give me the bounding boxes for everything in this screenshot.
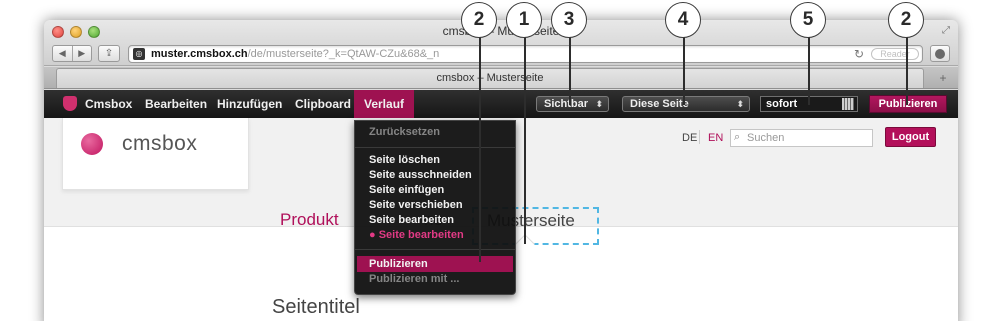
callout-badge-2: 2: [461, 2, 497, 38]
menu-item-publish-with[interactable]: Publizieren mit ...: [369, 273, 459, 285]
menu-item-edit-page-active[interactable]: ● Seite bearbeiten: [369, 229, 464, 241]
menu-verlauf[interactable]: Verlauf: [354, 90, 415, 118]
verlauf-dropdown-menu: Zurücksetzen Seite löschen Seite ausschn…: [354, 120, 516, 295]
menu-cmsbox[interactable]: Cmsbox: [85, 97, 132, 111]
nav-item-produkt[interactable]: Produkt: [280, 210, 339, 230]
scope-select-value: Diese Seite: [630, 98, 689, 110]
tab-active[interactable]: cmsbox – Musterseite: [56, 68, 924, 88]
search-field[interactable]: ⌕ Suchen: [730, 129, 873, 147]
visibility-select[interactable]: Sichtbar ⬍: [536, 96, 609, 112]
callout-line-2b: [906, 30, 908, 105]
menu-item-cut-page[interactable]: Seite ausschneiden: [369, 169, 472, 181]
logout-button[interactable]: Logout: [885, 127, 936, 147]
callout-badge-4: 4: [665, 2, 701, 38]
browser-window: cmsbox – Musterseite ⤢ ◀ ▶ ⇪ ◎ muster.cm…: [44, 20, 958, 321]
callout-line-4: [683, 30, 685, 105]
site-logo[interactable]: cmsbox: [62, 118, 249, 190]
callout-line-3: [569, 30, 571, 105]
select-caret-icon: ⬍: [595, 99, 603, 109]
lang-divider: [699, 130, 700, 144]
callout-badge-2b: 2: [888, 2, 924, 38]
site-logo-text: cmsbox: [122, 132, 198, 155]
callout-line-5: [808, 30, 810, 105]
reader-button[interactable]: Reader: [871, 48, 919, 60]
callout-badge-3: 3: [551, 2, 587, 38]
menu-item-edit-page[interactable]: Seite bearbeiten: [369, 214, 454, 226]
callout-badge-1: 1: [506, 2, 542, 38]
search-placeholder: Suchen: [747, 132, 785, 144]
menu-hinzufuegen[interactable]: Hinzufügen: [217, 97, 282, 111]
site-favicon-icon: ◎: [133, 48, 145, 60]
calendar-icon[interactable]: [842, 98, 854, 110]
lang-de-link[interactable]: DE: [682, 132, 697, 144]
cmsbox-logo-mark-icon: [81, 133, 103, 155]
reload-icon[interactable]: ↻: [854, 47, 864, 61]
menu-divider: [355, 147, 515, 148]
lang-en-link[interactable]: EN: [708, 132, 723, 144]
cmsbox-logo-icon: [63, 96, 77, 111]
forward-arrow-icon[interactable]: ▶: [73, 46, 92, 61]
callout-line-1: [524, 30, 526, 244]
menu-item-reset[interactable]: Zurücksetzen: [369, 126, 440, 138]
downloads-button[interactable]: [930, 45, 950, 62]
publish-time-value: sofort: [766, 98, 798, 110]
menu-item-paste-page[interactable]: Seite einfügen: [369, 184, 444, 196]
scope-select[interactable]: Diese Seite ⬍: [622, 96, 750, 112]
menu-bearbeiten[interactable]: Bearbeiten: [145, 97, 207, 111]
url-path: /de/musterseite?_k=QtAW-CZu&68&_n: [247, 48, 440, 60]
fullscreen-icon[interactable]: ⤢: [942, 25, 950, 36]
history-nav: ◀ ▶: [52, 45, 92, 62]
screenshot-stage: cmsbox – Musterseite ⤢ ◀ ▶ ⇪ ◎ muster.cm…: [0, 0, 1000, 321]
new-tab-button[interactable]: +: [932, 70, 954, 86]
menu-divider: [355, 249, 515, 250]
select-caret-icon: ⬍: [736, 99, 744, 109]
url-host: muster.cmsbox.ch: [151, 48, 248, 60]
menu-item-move-page[interactable]: Seite verschieben: [369, 199, 463, 211]
menu-item-publish[interactable]: Publizieren: [369, 258, 428, 270]
cms-toolbar: Cmsbox Bearbeiten Hinzufügen Clipboard V…: [44, 90, 958, 118]
page-title[interactable]: Seitentitel: [272, 296, 360, 319]
address-text: muster.cmsbox.ch/de/musterseite?_k=QtAW-…: [151, 48, 439, 60]
menu-clipboard[interactable]: Clipboard: [295, 97, 351, 111]
callout-badge-5: 5: [790, 2, 826, 38]
tab-bar: cmsbox – Musterseite +: [44, 67, 958, 89]
visibility-select-value: Sichtbar: [544, 98, 589, 110]
search-icon: ⌕: [734, 131, 741, 143]
back-arrow-icon[interactable]: ◀: [53, 46, 73, 61]
share-button[interactable]: ⇪: [98, 45, 120, 62]
download-icon: [935, 49, 945, 59]
menu-item-delete-page[interactable]: Seite löschen: [369, 154, 440, 166]
publish-button[interactable]: Publizieren: [869, 95, 947, 113]
callout-line-2: [479, 30, 481, 262]
